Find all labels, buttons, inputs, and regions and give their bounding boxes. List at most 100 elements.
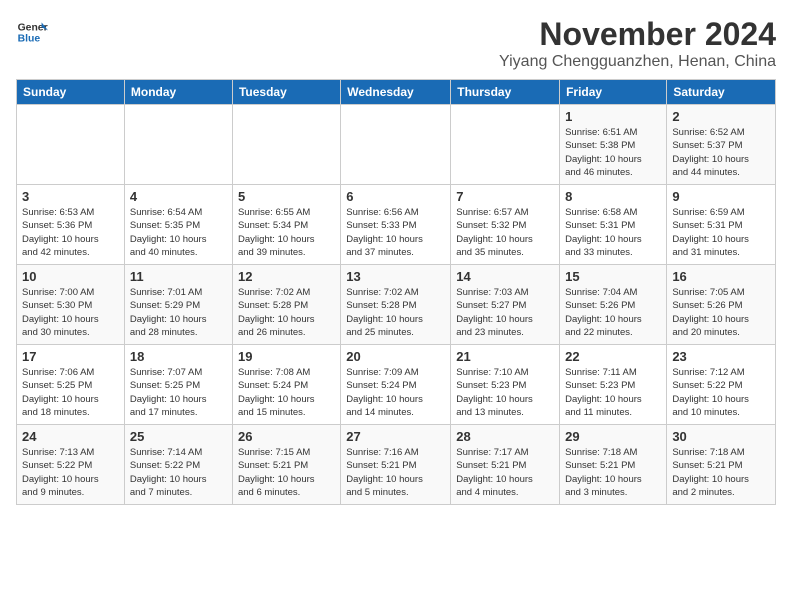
calendar-cell: 26Sunrise: 7:15 AM Sunset: 5:21 PM Dayli… <box>232 425 340 505</box>
header-cell-thursday: Thursday <box>451 80 560 105</box>
day-info: Sunrise: 6:58 AM Sunset: 5:31 PM Dayligh… <box>565 206 661 259</box>
header-cell-monday: Monday <box>124 80 232 105</box>
day-number: 10 <box>22 269 119 284</box>
day-number: 3 <box>22 189 119 204</box>
calendar-cell: 6 Sunrise: 6:56 AM Sunset: 5:33 PM Daylig… <box>341 185 451 265</box>
day-info: Sunrise: 6:55 AM Sunset: 5:34 PM Dayligh… <box>238 206 335 259</box>
day-number: 25 <box>130 429 227 444</box>
calendar-cell: 4 Sunrise: 6:54 AM Sunset: 5:35 PM Daylig… <box>124 185 232 265</box>
svg-text:Blue: Blue <box>18 34 41 45</box>
calendar-cell: 8 Sunrise: 6:58 AM Sunset: 5:31 PM Daylig… <box>560 185 667 265</box>
calendar-cell: 14 Sunrise: 7:03 AM Sunset: 5:27 PM Dayli… <box>451 265 560 345</box>
day-number: 18 <box>130 349 227 364</box>
day-number: 6 <box>346 189 445 204</box>
day-number: 4 <box>130 189 227 204</box>
day-number: 27 <box>346 429 445 444</box>
header-cell-sunday: Sunday <box>17 80 125 105</box>
title-block: November 2024 Yiyang Chengguanzhen, Hena… <box>499 16 776 71</box>
day-info: Sunrise: 7:10 AM Sunset: 5:23 PM Dayligh… <box>456 366 554 419</box>
day-info: Sunrise: 6:57 AM Sunset: 5:32 PM Dayligh… <box>456 206 554 259</box>
day-info: Sunrise: 6:54 AM Sunset: 5:35 PM Dayligh… <box>130 206 227 259</box>
day-info: Sunrise: 7:09 AM Sunset: 5:24 PM Dayligh… <box>346 366 445 419</box>
calendar-cell: 18 Sunrise: 7:07 AM Sunset: 5:25 PM Dayli… <box>124 345 232 425</box>
calendar-cell: 15Sunrise: 7:04 AM Sunset: 5:26 PM Dayli… <box>560 265 667 345</box>
day-number: 30 <box>672 429 770 444</box>
calendar-cell: 24 Sunrise: 7:13 AM Sunset: 5:22 PM Dayli… <box>17 425 125 505</box>
calendar-cell <box>232 105 340 185</box>
day-number: 16 <box>672 269 770 284</box>
day-number: 26 <box>238 429 335 444</box>
location: Yiyang Chengguanzhen, Henan, China <box>499 53 776 71</box>
day-info: Sunrise: 7:14 AM Sunset: 5:22 PM Dayligh… <box>130 446 227 499</box>
calendar-cell <box>124 105 232 185</box>
day-info: Sunrise: 7:13 AM Sunset: 5:22 PM Dayligh… <box>22 446 119 499</box>
day-info: Sunrise: 7:08 AM Sunset: 5:24 PM Dayligh… <box>238 366 335 419</box>
calendar-cell: 19 Sunrise: 7:08 AM Sunset: 5:24 PM Dayli… <box>232 345 340 425</box>
day-number: 22 <box>565 349 661 364</box>
day-info: Sunrise: 7:07 AM Sunset: 5:25 PM Dayligh… <box>130 366 227 419</box>
calendar-cell: 5Sunrise: 6:55 AM Sunset: 5:34 PM Daylig… <box>232 185 340 265</box>
day-info: Sunrise: 6:56 AM Sunset: 5:33 PM Dayligh… <box>346 206 445 259</box>
day-info: Sunrise: 6:51 AM Sunset: 5:38 PM Dayligh… <box>565 126 661 179</box>
day-info: Sunrise: 7:18 AM Sunset: 5:21 PM Dayligh… <box>672 446 770 499</box>
week-row-5: 24 Sunrise: 7:13 AM Sunset: 5:22 PM Dayli… <box>17 425 776 505</box>
day-info: Sunrise: 7:06 AM Sunset: 5:25 PM Dayligh… <box>22 366 119 419</box>
calendar-table: SundayMondayTuesdayWednesdayThursdayFrid… <box>16 79 776 505</box>
month-year: November 2024 <box>499 16 776 53</box>
day-number: 12 <box>238 269 335 284</box>
calendar-cell: 23 Sunrise: 7:12 AM Sunset: 5:22 PM Dayli… <box>667 345 776 425</box>
day-info: Sunrise: 7:12 AM Sunset: 5:22 PM Dayligh… <box>672 366 770 419</box>
day-info: Sunrise: 7:01 AM Sunset: 5:29 PM Dayligh… <box>130 286 227 339</box>
day-info: Sunrise: 6:59 AM Sunset: 5:31 PM Dayligh… <box>672 206 770 259</box>
calendar-cell: 28 Sunrise: 7:17 AM Sunset: 5:21 PM Dayli… <box>451 425 560 505</box>
day-number: 19 <box>238 349 335 364</box>
header-cell-saturday: Saturday <box>667 80 776 105</box>
calendar-cell: 7Sunrise: 6:57 AM Sunset: 5:32 PM Daylig… <box>451 185 560 265</box>
day-number: 29 <box>565 429 661 444</box>
calendar-cell: 17 Sunrise: 7:06 AM Sunset: 5:25 PM Dayli… <box>17 345 125 425</box>
day-info: Sunrise: 7:17 AM Sunset: 5:21 PM Dayligh… <box>456 446 554 499</box>
calendar-cell: 2 Sunrise: 6:52 AM Sunset: 5:37 PM Daylig… <box>667 105 776 185</box>
day-number: 11 <box>130 269 227 284</box>
calendar-cell: 9 Sunrise: 6:59 AM Sunset: 5:31 PM Daylig… <box>667 185 776 265</box>
week-row-1: 1 Sunrise: 6:51 AM Sunset: 5:38 PM Daylig… <box>17 105 776 185</box>
day-number: 17 <box>22 349 119 364</box>
day-number: 9 <box>672 189 770 204</box>
day-info: Sunrise: 7:03 AM Sunset: 5:27 PM Dayligh… <box>456 286 554 339</box>
day-info: Sunrise: 7:18 AM Sunset: 5:21 PM Dayligh… <box>565 446 661 499</box>
calendar-cell: 22 Sunrise: 7:11 AM Sunset: 5:23 PM Dayli… <box>560 345 667 425</box>
day-number: 1 <box>565 109 661 124</box>
calendar-cell: 16Sunrise: 7:05 AM Sunset: 5:26 PM Dayli… <box>667 265 776 345</box>
logo: General Blue <box>16 16 48 48</box>
day-number: 24 <box>22 429 119 444</box>
day-number: 14 <box>456 269 554 284</box>
day-info: Sunrise: 7:00 AM Sunset: 5:30 PM Dayligh… <box>22 286 119 339</box>
header-cell-tuesday: Tuesday <box>232 80 340 105</box>
header-row: SundayMondayTuesdayWednesdayThursdayFrid… <box>17 80 776 105</box>
day-info: Sunrise: 6:52 AM Sunset: 5:37 PM Dayligh… <box>672 126 770 179</box>
day-number: 23 <box>672 349 770 364</box>
week-row-4: 17 Sunrise: 7:06 AM Sunset: 5:25 PM Dayli… <box>17 345 776 425</box>
calendar-cell: 10 Sunrise: 7:00 AM Sunset: 5:30 PM Dayli… <box>17 265 125 345</box>
calendar-cell: 20Sunrise: 7:09 AM Sunset: 5:24 PM Dayli… <box>341 345 451 425</box>
calendar-cell: 29 Sunrise: 7:18 AM Sunset: 5:21 PM Dayli… <box>560 425 667 505</box>
day-info: Sunrise: 7:16 AM Sunset: 5:21 PM Dayligh… <box>346 446 445 499</box>
calendar-cell <box>17 105 125 185</box>
calendar-cell: 21 Sunrise: 7:10 AM Sunset: 5:23 PM Dayli… <box>451 345 560 425</box>
day-info: Sunrise: 7:04 AM Sunset: 5:26 PM Dayligh… <box>565 286 661 339</box>
page-header: General Blue November 2024 Yiyang Chengg… <box>16 16 776 71</box>
header-cell-friday: Friday <box>560 80 667 105</box>
calendar-cell: 25 Sunrise: 7:14 AM Sunset: 5:22 PM Dayli… <box>124 425 232 505</box>
day-number: 21 <box>456 349 554 364</box>
calendar-cell <box>451 105 560 185</box>
calendar-cell <box>341 105 451 185</box>
day-info: Sunrise: 7:11 AM Sunset: 5:23 PM Dayligh… <box>565 366 661 419</box>
day-number: 8 <box>565 189 661 204</box>
header-cell-wednesday: Wednesday <box>341 80 451 105</box>
calendar-cell: 1 Sunrise: 6:51 AM Sunset: 5:38 PM Daylig… <box>560 105 667 185</box>
logo-icon: General Blue <box>16 16 48 48</box>
day-number: 28 <box>456 429 554 444</box>
day-number: 2 <box>672 109 770 124</box>
calendar-cell: 13Sunrise: 7:02 AM Sunset: 5:28 PM Dayli… <box>341 265 451 345</box>
day-info: Sunrise: 7:02 AM Sunset: 5:28 PM Dayligh… <box>238 286 335 339</box>
